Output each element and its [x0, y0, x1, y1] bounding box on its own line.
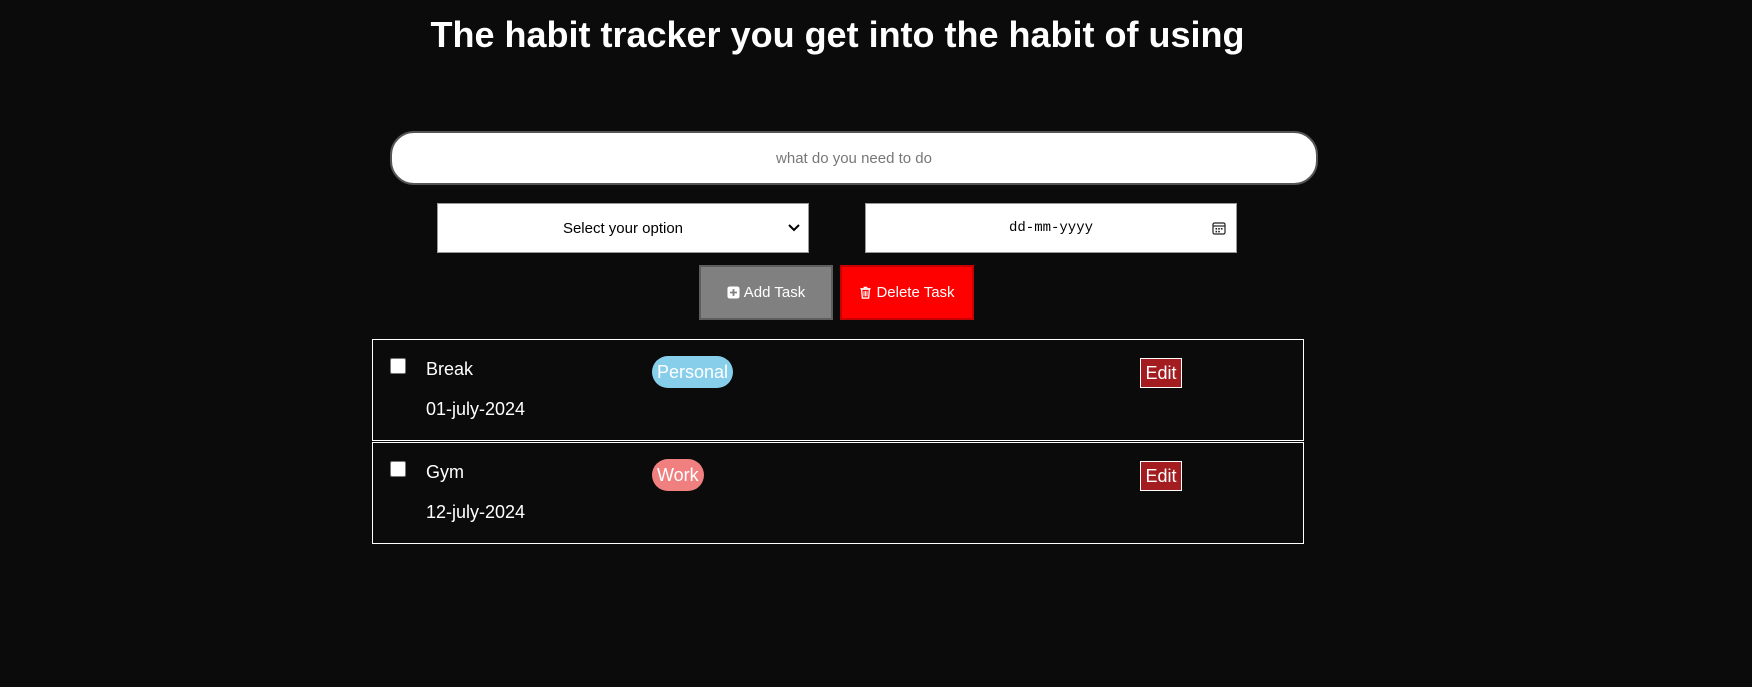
chevron-down-icon [788, 224, 800, 232]
category-select[interactable]: Select your option [437, 203, 809, 253]
edit-button[interactable]: Edit [1140, 358, 1182, 388]
calendar-icon[interactable] [1212, 221, 1226, 235]
task-input[interactable] [390, 131, 1318, 185]
task-date: 01-july-2024 [426, 399, 526, 419]
date-input[interactable]: dd-mm-yyyy [865, 203, 1237, 253]
task-date: 12-july-2024 [426, 502, 526, 522]
task-list: Break 01-july-2024 Personal Edit Gym 12-… [372, 339, 1304, 544]
category-select-value: Select your option [562, 219, 684, 237]
task-name: Gym [426, 462, 464, 482]
date-input-placeholder: dd-mm-yyyy [1008, 220, 1093, 236]
delete-task-label: Delete Task [876, 284, 955, 301]
task-checkbox[interactable] [390, 461, 406, 477]
task-checkbox[interactable] [390, 358, 406, 374]
add-task-label: Add Task [743, 284, 806, 301]
delete-task-button[interactable]: Delete Task [840, 265, 974, 320]
task-tag: Work [652, 459, 704, 491]
edit-button[interactable]: Edit [1140, 461, 1182, 491]
task-tag: Personal [652, 356, 734, 388]
add-task-button[interactable]: Add Task [699, 265, 833, 320]
task-row: Break 01-july-2024 Personal Edit [372, 339, 1304, 441]
page-title: The habit tracker you get into the habit… [430, 14, 1245, 55]
task-row: Gym 12-july-2024 Work Edit [372, 442, 1304, 544]
trash-icon [860, 286, 872, 299]
plus-square-icon [727, 286, 740, 299]
task-name: Break [426, 359, 474, 379]
